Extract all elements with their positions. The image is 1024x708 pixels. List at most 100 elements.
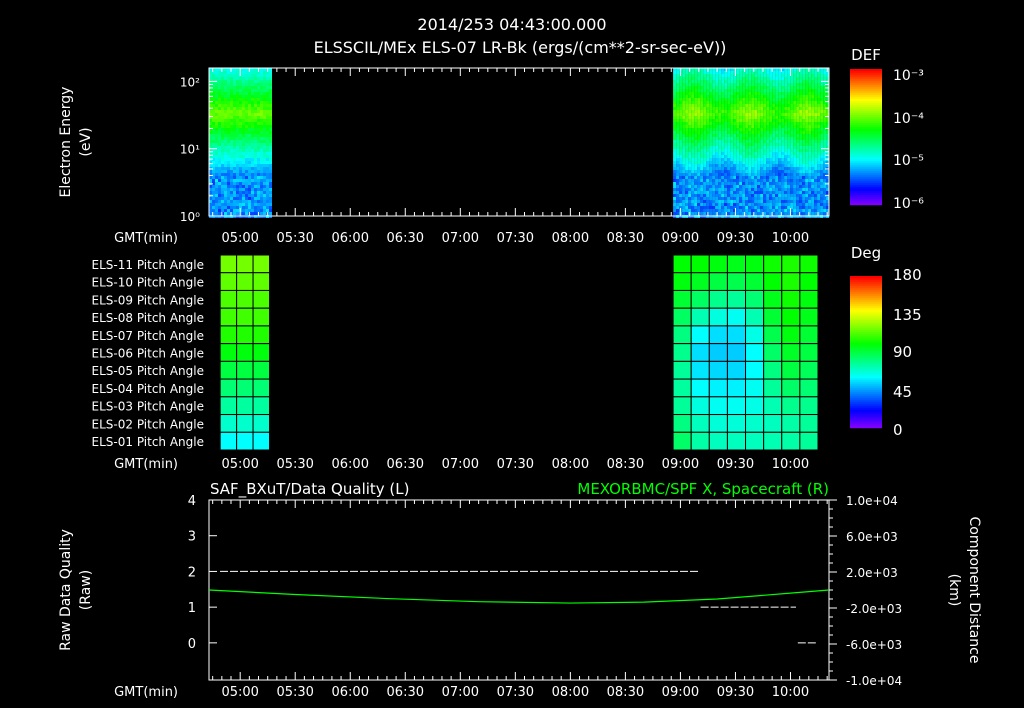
spectrogram-cell	[757, 131, 761, 134]
spectrogram-cell	[242, 113, 245, 116]
spectrogram-cell	[706, 149, 710, 152]
spectrogram-cell	[763, 182, 767, 185]
spectrogram-cell	[697, 200, 701, 203]
spectrogram-cell	[679, 203, 683, 206]
spectrogram-cell	[260, 89, 263, 92]
def-colorbar-cell	[850, 201, 882, 204]
spectrogram-cell	[796, 173, 800, 176]
spectrogram-cell	[727, 149, 731, 152]
spectrogram-cell	[814, 191, 818, 194]
spectrogram-cell	[739, 203, 743, 206]
def-colorbar-cell	[850, 111, 882, 114]
spectrogram-cell	[781, 122, 785, 125]
spectrogram-cell	[763, 203, 767, 206]
spectrogram-cell	[814, 104, 818, 107]
spectrogram-cell	[781, 182, 785, 185]
spectrogram-cell	[808, 170, 812, 173]
spectrogram-cell	[802, 155, 806, 158]
spectrogram-cell	[802, 212, 806, 215]
spectrogram-cell	[221, 176, 224, 179]
spectrogram-cell	[784, 155, 788, 158]
spectrogram-cell	[676, 74, 680, 77]
spectrogram-cell	[742, 101, 746, 104]
spectrogram-cell	[221, 119, 224, 122]
spectrogram-cell	[796, 182, 800, 185]
spectrogram-cell	[260, 206, 263, 209]
spectrogram-cell	[269, 74, 272, 77]
spectrogram-cell	[763, 134, 767, 137]
spectrogram-cell	[751, 203, 755, 206]
spectrogram-cell	[233, 98, 236, 101]
spectrogram-cell	[688, 110, 692, 113]
spectrogram-cell	[721, 134, 725, 137]
spectrogram-cell	[757, 179, 761, 182]
spectrogram-cell	[730, 92, 734, 95]
pitch-row-label: ELS-03 Pitch Angle	[92, 400, 204, 414]
spectrogram-cell	[811, 164, 815, 167]
spectrogram-cell	[236, 212, 239, 215]
spectrogram-cell	[260, 80, 263, 83]
spectrogram-cell	[215, 101, 218, 104]
spectrogram-cell	[215, 182, 218, 185]
spectrogram-cell	[751, 155, 755, 158]
spectrogram-cell	[775, 95, 779, 98]
spectrogram-cell	[233, 146, 236, 149]
spectrogram-cell	[706, 197, 710, 200]
spectrogram-cell	[212, 113, 215, 116]
spectrogram-cell	[805, 122, 809, 125]
pitch-angle-cell	[708, 378, 728, 398]
spectrogram-cell	[248, 188, 251, 191]
spectrogram-cell	[254, 119, 257, 122]
spectrogram-cell	[694, 122, 698, 125]
spectrogram-cell	[257, 155, 260, 158]
spectrogram-cell	[233, 182, 236, 185]
spectrogram-cell	[769, 179, 773, 182]
spectrogram-cell	[245, 119, 248, 122]
spectrogram-cell	[817, 86, 821, 89]
spectrogram-cell	[676, 209, 680, 212]
spectrogram-cell	[754, 143, 758, 146]
spectrogram-cell	[215, 158, 218, 161]
deg-colorbar-cell	[850, 410, 882, 413]
spectrogram-cell	[257, 95, 260, 98]
spectrogram-cell	[236, 149, 239, 152]
spectrogram-cell	[715, 200, 719, 203]
spectrogram-cell	[811, 173, 815, 176]
spectrogram-cell	[757, 194, 761, 197]
spectrogram-cell	[230, 131, 233, 134]
spectrogram-cell	[245, 110, 248, 113]
spectrogram-cell	[820, 110, 824, 113]
spectrogram-cell	[697, 92, 701, 95]
pitch-angle-cell	[708, 289, 728, 309]
spectrogram-cell	[778, 146, 782, 149]
spectrogram-cell	[757, 167, 761, 170]
spectrogram-cell	[823, 164, 827, 167]
spectrogram-cell	[727, 80, 731, 83]
spectrogram-cell	[742, 74, 746, 77]
spectrogram-cell	[703, 149, 707, 152]
spectrogram-cell	[727, 203, 731, 206]
spectrogram-cell	[787, 182, 791, 185]
spectrogram-cell	[685, 74, 689, 77]
deg-colorbar-tick: 90	[893, 343, 912, 361]
spectrogram-cell	[245, 167, 248, 170]
spectrogram-cell	[802, 119, 806, 122]
spectrogram-cell	[242, 179, 245, 182]
spectrogram-cell	[254, 74, 257, 77]
spectrogram-cell	[712, 203, 716, 206]
spectrogram-cell	[808, 77, 812, 80]
spectrogram-cell	[763, 197, 767, 200]
deg-colorbar-cell	[850, 306, 882, 309]
spectrogram-cell	[745, 155, 749, 158]
spectrogram-cell	[766, 110, 770, 113]
spectrogram-cell	[269, 206, 272, 209]
spectrogram-cell	[679, 176, 683, 179]
spectrogram-cell	[790, 197, 794, 200]
pitch-angle-cell	[745, 431, 765, 451]
spectrogram-cell	[745, 179, 749, 182]
spectrogram-cell	[218, 86, 221, 89]
pitch-row-label: ELS-08 Pitch Angle	[92, 311, 204, 325]
spectrogram-cell	[790, 128, 794, 131]
spectrogram-cell	[793, 119, 797, 122]
spectrogram-cell	[787, 116, 791, 119]
